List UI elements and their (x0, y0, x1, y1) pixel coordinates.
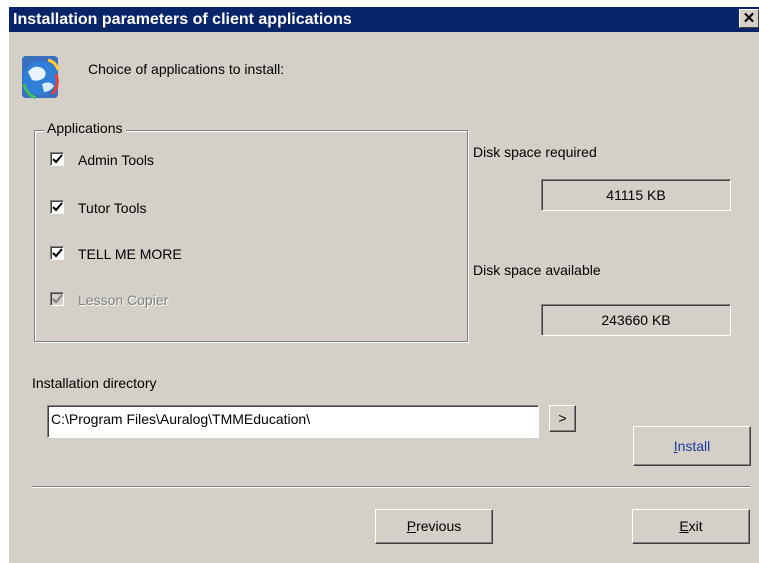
exit-mnemonic: E (679, 518, 689, 534)
tell-me-more-checkbox[interactable] (50, 246, 64, 260)
disk-required-label: Disk space required (473, 144, 597, 160)
top-margin (0, 0, 759, 7)
previous-button[interactable]: Previous (375, 509, 493, 544)
tutor-tools-checkbox[interactable] (50, 200, 64, 214)
previous-mnemonic: P (406, 518, 417, 534)
separator (32, 486, 750, 488)
install-label: nstall (677, 438, 711, 454)
lesson-copier-label: Lesson Copier (78, 292, 169, 308)
close-icon: ✕ (742, 10, 756, 27)
lesson-copier-checkbox (50, 292, 64, 306)
left-margin (0, 0, 9, 563)
applications-legend: Applications (44, 120, 126, 136)
installer-window: Installation parameters of client applic… (0, 0, 759, 563)
window-title: Installation parameters of client applic… (13, 11, 352, 28)
close-button[interactable]: ✕ (739, 9, 759, 28)
globe-icon (22, 52, 62, 100)
header-text: Choice of applications to install: (88, 61, 285, 77)
disk-available-label: Disk space available (473, 262, 601, 278)
title-bar[interactable]: Installation parameters of client applic… (9, 7, 759, 32)
install-button[interactable]: Install (633, 426, 751, 466)
disk-required-value: 41115 KB (541, 179, 731, 211)
directory-input[interactable]: C:\Program Files\Auralog\TMMEducation\ (47, 405, 539, 438)
tutor-tools-label[interactable]: Tutor Tools (78, 200, 146, 216)
exit-label: xit (688, 518, 703, 534)
exit-button[interactable]: Exit (632, 509, 750, 544)
disk-available-value: 243660 KB (541, 304, 731, 336)
admin-tools-checkbox[interactable] (50, 152, 64, 166)
previous-label: revious (416, 518, 462, 534)
directory-label: Installation directory (32, 375, 157, 391)
browse-button[interactable]: > (549, 405, 576, 432)
admin-tools-label[interactable]: Admin Tools (78, 152, 154, 168)
tell-me-more-label[interactable]: TELL ME MORE (78, 246, 182, 262)
